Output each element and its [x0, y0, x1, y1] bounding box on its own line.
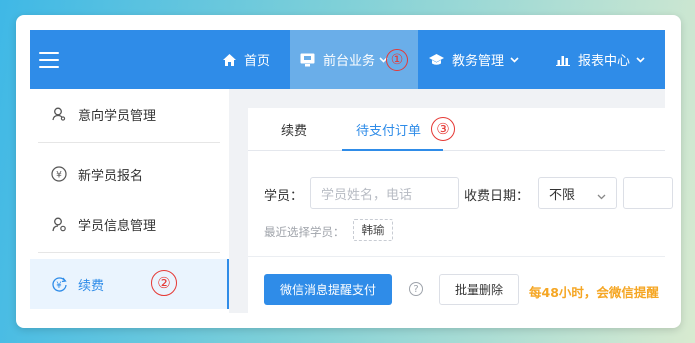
annotation-marker-1: ① [386, 48, 409, 71]
tab-pending-payment-orders[interactable]: 待支付订单 ③ [356, 108, 456, 150]
sidebar-item-renewal[interactable]: ¥ 续费 ② [30, 259, 229, 309]
sidebar-item-label: 意向学员管理 [78, 109, 157, 124]
help-icon[interactable]: ? [409, 282, 423, 296]
yen-refresh-icon: ¥ [50, 275, 68, 293]
sidebar-item-label: 新学员报名 [78, 169, 144, 184]
sidebar-item-label: 学员信息管理 [78, 219, 157, 234]
nav-item-label: 前台业务 [323, 54, 376, 69]
tab-bar-divider [248, 150, 665, 151]
student-label: 学员： [264, 189, 304, 204]
hamburger-menu-icon[interactable] [39, 52, 59, 68]
recent-student-tag[interactable]: 韩瑜 [353, 219, 393, 241]
sidebar: 意向学员管理 ¥ 新学员报名 学员信息管理 ¥ 续费 ② [30, 89, 229, 313]
annotation-marker-3: ③ [431, 117, 456, 141]
sidebar-item-new-enrollment[interactable]: ¥ 新学员报名 [30, 149, 229, 199]
divider [38, 252, 220, 253]
student-search-placeholder: 学员姓名，电话 [321, 187, 413, 203]
yen-circle-icon: ¥ [50, 165, 68, 183]
date-range-input[interactable] [623, 177, 673, 209]
nav-item-label: 首页 [244, 54, 271, 69]
wechat-remind-pay-button[interactable]: 微信消息提醒支付 [264, 274, 392, 305]
annotation-marker-2: ② [151, 270, 177, 296]
sidebar-item-student-info[interactable]: 学员信息管理 [30, 199, 229, 249]
order-panel: 续费 待支付订单 ③ 学员： 学员姓名，电话 收费日期： 不限 最近选择学员： … [248, 108, 673, 313]
sidebar-item-label: 续费 [78, 279, 105, 294]
nav-item-label: 教务管理 [452, 54, 505, 69]
user-icon [50, 105, 68, 123]
nav-item-report-center[interactable]: 报表中心 [556, 30, 645, 89]
charge-date-label: 收费日期： [464, 189, 530, 204]
batch-delete-button[interactable]: 批量删除 [439, 274, 519, 305]
top-navigation-bar: 首页 前台业务 ① 教务管理 报表中心 [30, 30, 665, 89]
student-search-input[interactable]: 学员姓名，电话 [310, 177, 459, 209]
nav-item-front-desk[interactable]: 前台业务 ① [290, 30, 418, 89]
nav-item-label: 报表中心 [578, 54, 631, 69]
nav-item-academic-affairs[interactable]: 教务管理 [429, 30, 519, 89]
graduation-cap-icon [429, 53, 444, 66]
active-tab-indicator [342, 149, 443, 151]
user-settings-icon [50, 215, 68, 233]
sidebar-item-prospective-students[interactable]: 意向学员管理 [30, 89, 229, 139]
charge-date-select[interactable]: 不限 [538, 177, 617, 209]
chevron-down-icon [510, 56, 519, 63]
tab-label: 续费 [281, 123, 308, 139]
divider [38, 142, 220, 143]
tab-renewal[interactable]: 续费 [281, 108, 307, 150]
chevron-down-icon [597, 189, 606, 204]
home-icon [223, 53, 236, 66]
chevron-down-icon [636, 56, 645, 63]
nav-item-home[interactable]: 首页 [223, 30, 270, 89]
charge-date-value: 不限 [549, 187, 576, 203]
bar-chart-icon [556, 54, 570, 66]
svg-text:¥: ¥ [56, 171, 62, 181]
divider [248, 256, 665, 257]
wechat-reminder-notice: 每48小时，会微信提醒 [529, 285, 659, 300]
svg-text:¥: ¥ [56, 281, 62, 291]
recent-students-label: 最近选择学员： [264, 225, 345, 239]
tab-label: 待支付订单 [356, 123, 422, 139]
monitor-icon [300, 53, 315, 67]
